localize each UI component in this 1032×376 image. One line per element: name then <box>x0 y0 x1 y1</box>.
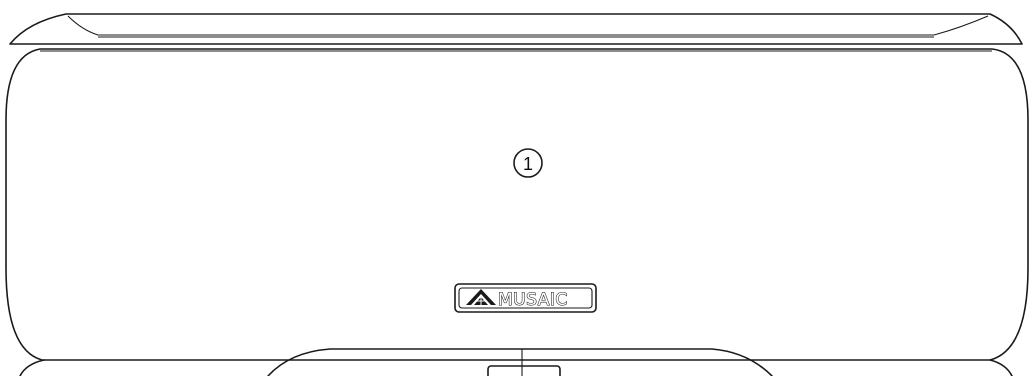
speaker-diagram: 1 MUSAIC <box>0 0 1032 376</box>
brand-logo: MUSAIC <box>454 283 597 313</box>
callout-number: 1 <box>523 154 533 174</box>
callout-1: 1 <box>513 148 543 178</box>
speaker-front-view: 1 MUSAIC <box>5 13 1029 376</box>
speaker-body <box>5 48 1029 361</box>
speaker-base <box>19 348 1013 376</box>
brand-name: MUSAIC <box>498 290 568 310</box>
base-connector <box>487 365 561 376</box>
speaker-top-cap <box>9 13 1023 45</box>
triangle-emblem-icon <box>466 289 496 305</box>
